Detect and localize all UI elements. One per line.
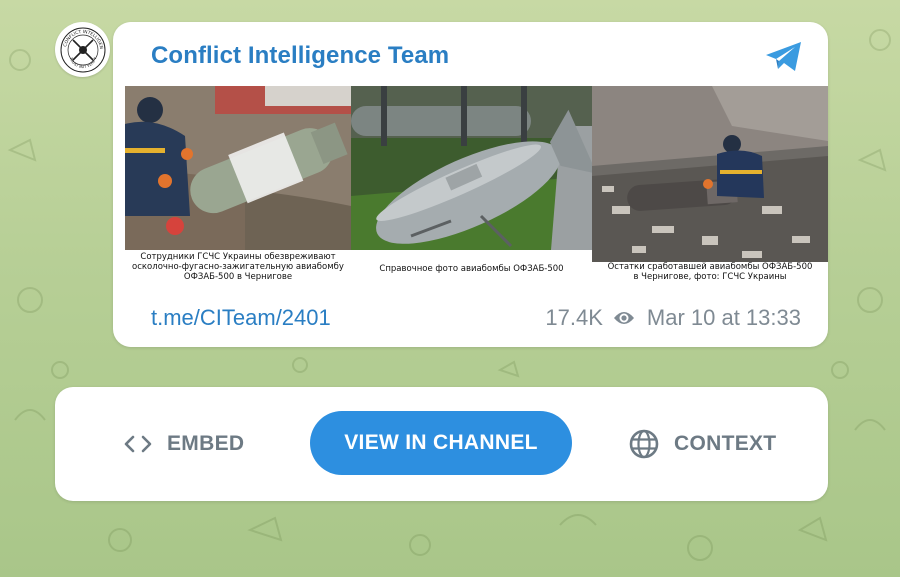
- photo-caption-3: Остатки сработавшей авиабомбы ОФЗАБ-500 …: [607, 262, 813, 282]
- eye-icon: [613, 310, 635, 326]
- view-count: 17.4K: [545, 305, 603, 330]
- bomb-remains-image: [592, 86, 828, 262]
- photo-caption-1: Сотрудники ГСЧС Украины обезвреживают ос…: [132, 252, 344, 282]
- bomb-disposal-image: [125, 86, 351, 250]
- photo-caption-2: Справочное фото авиабомбы ОФЗАБ-500: [379, 264, 564, 274]
- view-in-channel-button[interactable]: VIEW IN CHANNEL: [310, 411, 572, 475]
- photo-reference-bomb[interactable]: Справочное фото авиабомбы ОФЗАБ-500: [351, 86, 592, 300]
- action-bar: EMBED VIEW IN CHANNEL CONTEXT: [55, 387, 828, 501]
- avatar-text-bottom: TRUST BUT VERIFY: [68, 55, 97, 69]
- photo-bomb-disposal[interactable]: Сотрудники ГСЧС Украины обезвреживают ос…: [125, 86, 351, 300]
- channel-avatar[interactable]: CONFLICT INTELLIGENCE TEAM TRUST BUT VER…: [55, 22, 110, 77]
- post-card: Conflict Intelligence Team Сотрудники ГС…: [113, 22, 828, 347]
- photo-collage[interactable]: Сотрудники ГСЧС Украины обезвреживают ос…: [125, 86, 828, 300]
- reference-bomb-image: [351, 86, 592, 250]
- cit-logo-icon: CONFLICT INTELLIGENCE TEAM TRUST BUT VER…: [58, 25, 105, 72]
- channel-name[interactable]: Conflict Intelligence Team: [151, 42, 449, 70]
- embed-button[interactable]: EMBED: [123, 387, 244, 501]
- globe-icon: [628, 428, 660, 460]
- photo-bomb-remains[interactable]: Остатки сработавшей авиабомбы ОФЗАБ-500 …: [592, 86, 828, 300]
- post-date: Mar 10 at 13:33: [646, 305, 801, 330]
- post-link[interactable]: t.me/CITeam/2401: [151, 305, 331, 331]
- context-label: CONTEXT: [674, 432, 777, 455]
- embed-label: EMBED: [167, 432, 245, 455]
- telegram-icon[interactable]: [764, 40, 804, 74]
- context-button[interactable]: CONTEXT: [628, 387, 776, 501]
- post-meta: 17.4K Mar 10 at 13:33: [545, 305, 801, 331]
- code-icon: [123, 434, 153, 454]
